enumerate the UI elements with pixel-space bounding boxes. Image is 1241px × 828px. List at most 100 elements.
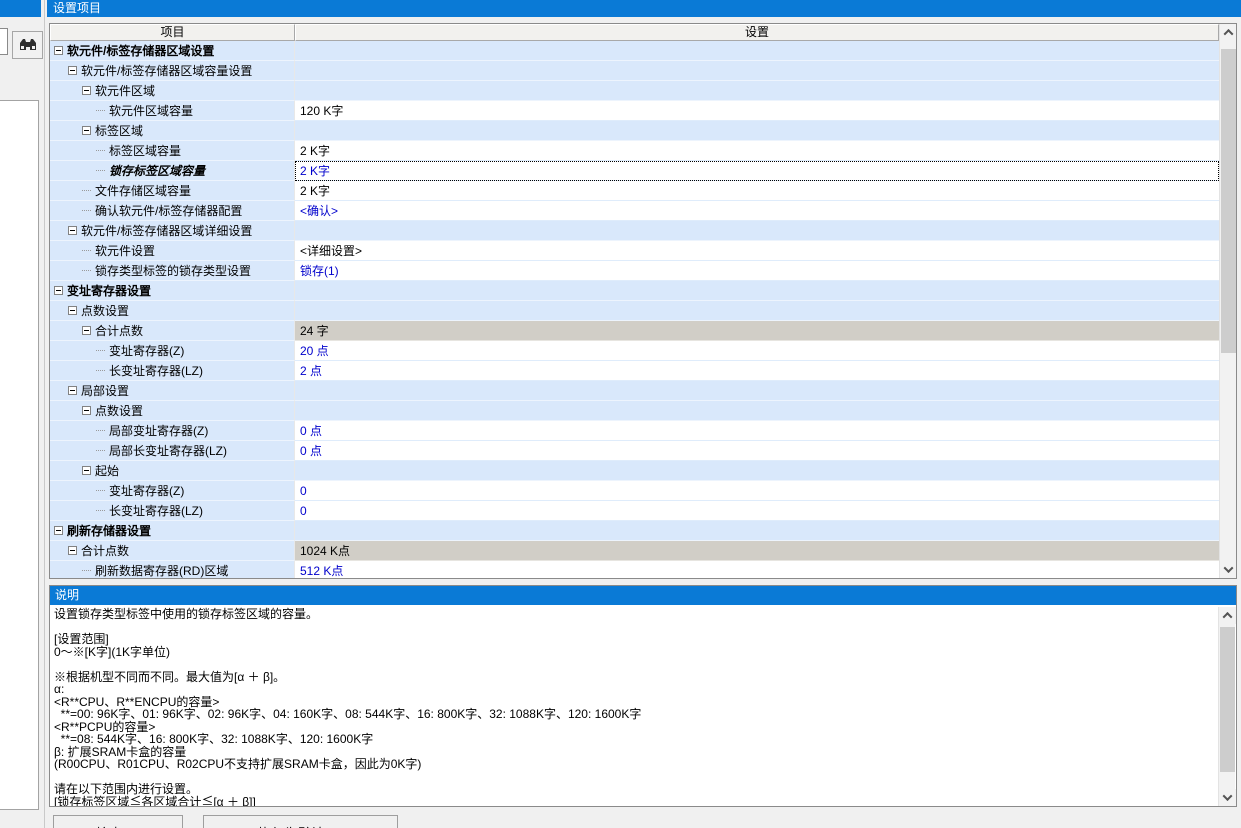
collapse-toggle-icon[interactable] (82, 406, 91, 415)
scroll-up-button[interactable] (1219, 607, 1236, 624)
setting-cell[interactable]: 2 K字 (295, 141, 1219, 161)
table-row[interactable]: 文件存储区域容量2 K字 (50, 181, 1219, 201)
table-row[interactable]: 标签区域 (50, 121, 1219, 141)
item-cell[interactable]: 变址寄存器设置 (50, 281, 295, 301)
setting-cell[interactable]: 20 点 (295, 341, 1219, 361)
table-row[interactable]: 变址寄存器(Z)0 (50, 481, 1219, 501)
table-row[interactable]: 点数设置 (50, 401, 1219, 421)
item-cell[interactable]: 局部变址寄存器(Z) (50, 421, 295, 441)
table-row[interactable]: 起始 (50, 461, 1219, 481)
item-cell[interactable]: 软元件设置 (50, 241, 295, 261)
description-title: 说明 (50, 586, 1236, 605)
table-row[interactable]: 点数设置 (50, 301, 1219, 321)
item-cell[interactable]: 刷新存储器设置 (50, 521, 295, 541)
table-scrollbar[interactable] (1219, 24, 1236, 578)
check-button[interactable]: 检查(K) (53, 815, 183, 828)
item-cell[interactable]: 合计点数 (50, 541, 295, 561)
collapse-toggle-icon[interactable] (82, 326, 91, 335)
item-cell[interactable]: 软元件区域 (50, 81, 295, 101)
scroll-down-button[interactable] (1219, 789, 1236, 806)
scrollbar-thumb[interactable] (1220, 627, 1235, 772)
table-row[interactable]: 局部设置 (50, 381, 1219, 401)
setting-cell[interactable]: 120 K字 (295, 101, 1219, 121)
item-cell[interactable]: 锁存类型标签的锁存类型设置 (50, 261, 295, 281)
table-row[interactable]: 软元件区域 (50, 81, 1219, 101)
table-row[interactable]: 锁存类型标签的锁存类型设置锁存(1) (50, 261, 1219, 281)
item-cell[interactable]: 变址寄存器(Z) (50, 481, 295, 501)
item-cell[interactable]: 局部长变址寄存器(LZ) (50, 441, 295, 461)
item-cell[interactable]: 长变址寄存器(LZ) (50, 501, 295, 521)
table-row[interactable]: 软元件区域容量120 K字 (50, 101, 1219, 121)
find-button[interactable] (12, 31, 43, 59)
setting-cell[interactable]: <确认> (295, 201, 1219, 221)
table-row[interactable]: 锁存标签区域容量2 K字 (50, 161, 1219, 181)
table-row[interactable]: 软元件/标签存储器区域容量设置 (50, 61, 1219, 81)
item-cell[interactable]: 软元件/标签存储器区域容量设置 (50, 61, 295, 81)
setting-cell[interactable]: 2 K字 (295, 161, 1219, 181)
table-row[interactable]: 变址寄存器设置 (50, 281, 1219, 301)
collapse-toggle-icon[interactable] (82, 86, 91, 95)
item-cell[interactable]: 锁存标签区域容量 (50, 161, 295, 181)
setting-cell[interactable]: 1024 K点 (295, 541, 1219, 561)
table-row[interactable]: 软元件/标签存储器区域设置 (50, 41, 1219, 61)
table-row[interactable]: 刷新数据寄存器(RD)区域512 K点 (50, 561, 1219, 579)
setting-cell[interactable]: 0 点 (295, 421, 1219, 441)
collapse-toggle-icon[interactable] (82, 126, 91, 135)
item-cell[interactable]: 长变址寄存器(LZ) (50, 361, 295, 381)
collapse-toggle-icon[interactable] (54, 526, 63, 535)
item-cell[interactable]: 局部设置 (50, 381, 295, 401)
table-row[interactable]: 局部变址寄存器(Z)0 点 (50, 421, 1219, 441)
collapse-toggle-icon[interactable] (68, 546, 77, 555)
setting-cell[interactable]: 0 (295, 501, 1219, 521)
item-label: 标签区域 (95, 122, 143, 139)
item-cell[interactable]: 合计点数 (50, 321, 295, 341)
table-row[interactable]: 局部长变址寄存器(LZ)0 点 (50, 441, 1219, 461)
setting-cell[interactable]: <详细设置> (295, 241, 1219, 261)
collapse-toggle-icon[interactable] (68, 306, 77, 315)
table-row[interactable]: 确认软元件/标签存储器配置<确认> (50, 201, 1219, 221)
left-tree-panel[interactable] (0, 100, 39, 810)
table-row[interactable]: 合计点数24 字 (50, 321, 1219, 341)
setting-cell[interactable]: 512 K点 (295, 561, 1219, 579)
setting-cell[interactable]: 24 字 (295, 321, 1219, 341)
setting-cell[interactable]: 0 点 (295, 441, 1219, 461)
description-scrollbar[interactable] (1218, 607, 1235, 806)
item-cell[interactable]: 软元件/标签存储器区域详细设置 (50, 221, 295, 241)
setting-cell[interactable]: 2 K字 (295, 181, 1219, 201)
search-input[interactable] (0, 28, 8, 55)
item-cell[interactable]: 软元件区域容量 (50, 101, 295, 121)
item-cell[interactable]: 起始 (50, 461, 295, 481)
collapse-toggle-icon[interactable] (54, 286, 63, 295)
collapse-toggle-icon[interactable] (68, 66, 77, 75)
item-cell[interactable]: 刷新数据寄存器(RD)区域 (50, 561, 295, 579)
item-cell[interactable]: 变址寄存器(Z) (50, 341, 295, 361)
item-cell[interactable]: 点数设置 (50, 401, 295, 421)
setting-cell[interactable]: 锁存(1) (295, 261, 1219, 281)
table-row[interactable]: 长变址寄存器(LZ)2 点 (50, 361, 1219, 381)
scrollbar-thumb[interactable] (1221, 49, 1236, 353)
table-row[interactable]: 软元件/标签存储器区域详细设置 (50, 221, 1219, 241)
item-cell[interactable]: 文件存储区域容量 (50, 181, 295, 201)
table-row[interactable]: 标签区域容量2 K字 (50, 141, 1219, 161)
item-cell[interactable]: 软元件/标签存储器区域设置 (50, 41, 295, 61)
setting-cell[interactable]: 0 (295, 481, 1219, 501)
item-cell[interactable]: 确认软元件/标签存储器配置 (50, 201, 295, 221)
table-row[interactable]: 软元件设置<详细设置> (50, 241, 1219, 261)
collapse-toggle-icon[interactable] (68, 386, 77, 395)
collapse-toggle-icon[interactable] (54, 46, 63, 55)
table-row[interactable]: 合计点数1024 K点 (50, 541, 1219, 561)
table-row[interactable]: 刷新存储器设置 (50, 521, 1219, 541)
scroll-up-button[interactable] (1220, 24, 1237, 41)
description-line: 请在以下范围内进行设置。 (54, 783, 1219, 796)
description-line (54, 658, 1219, 671)
collapse-toggle-icon[interactable] (68, 226, 77, 235)
setting-cell[interactable]: 2 点 (295, 361, 1219, 381)
scroll-down-button[interactable] (1220, 561, 1237, 578)
item-cell[interactable]: 标签区域 (50, 121, 295, 141)
collapse-toggle-icon[interactable] (82, 466, 91, 475)
table-row[interactable]: 变址寄存器(Z)20 点 (50, 341, 1219, 361)
table-row[interactable]: 长变址寄存器(LZ)0 (50, 501, 1219, 521)
restore-default-button[interactable]: 恢复为默认(U) (203, 815, 398, 828)
item-cell[interactable]: 点数设置 (50, 301, 295, 321)
item-cell[interactable]: 标签区域容量 (50, 141, 295, 161)
